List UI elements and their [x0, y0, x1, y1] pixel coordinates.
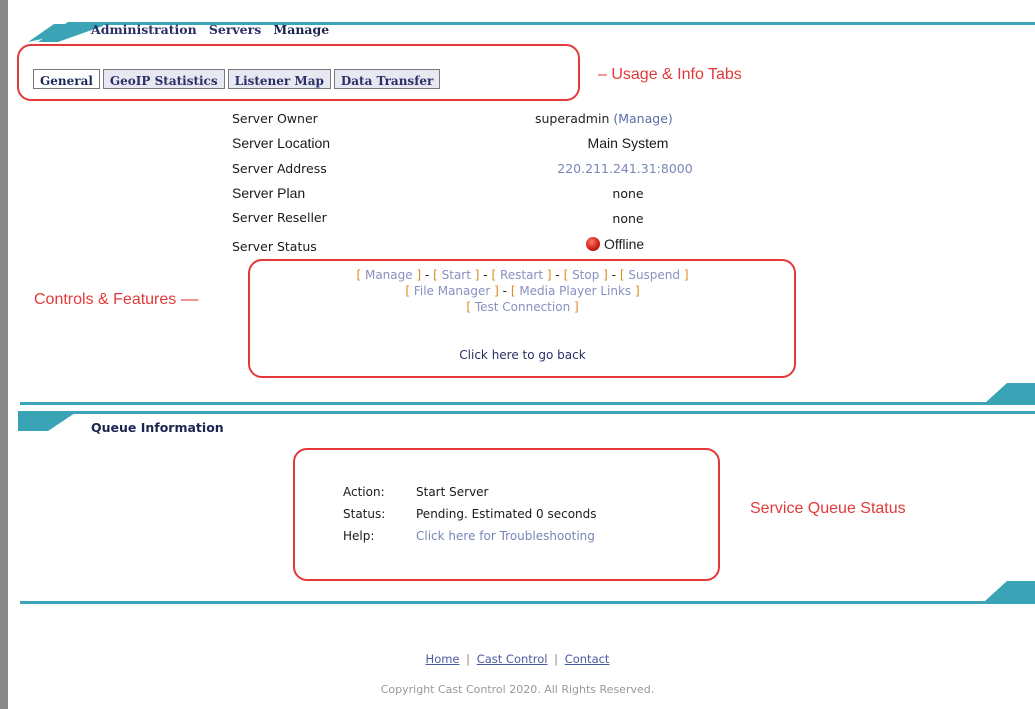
- go-back-row: Click here to go back: [250, 348, 795, 362]
- footer-separator: |: [554, 652, 559, 666]
- section-divider-bottom: [20, 601, 1035, 604]
- server-owner-label: Server Owner: [232, 111, 318, 126]
- queue-action-label: Action:: [343, 485, 385, 499]
- tab-general[interactable]: General: [33, 69, 100, 89]
- queue-header-wedge: [18, 411, 78, 431]
- queue-header-line: [20, 411, 1035, 414]
- manage-link[interactable]: Manage: [365, 268, 413, 282]
- controls-row-secondary: [ File Manager ] - [ Media Player Links …: [405, 284, 640, 298]
- nav-administration[interactable]: Administration: [91, 22, 197, 37]
- server-location-label: Server Location: [232, 135, 331, 151]
- server-reseller-value: none: [612, 211, 644, 226]
- go-back-link[interactable]: Click here to go back: [459, 348, 585, 362]
- footer-home-link[interactable]: Home: [426, 652, 460, 666]
- server-owner-manage-link[interactable]: (Manage): [613, 111, 672, 126]
- media-player-links-link[interactable]: Media Player Links: [519, 284, 631, 298]
- queue-annotation-label: Service Queue Status: [750, 500, 906, 517]
- server-location-value: Main System: [587, 135, 669, 151]
- server-owner-value: superadmin (Manage): [535, 111, 673, 126]
- footer-separator: |: [466, 652, 471, 666]
- tabs-annotation-label: – Usage & Info Tabs: [598, 66, 742, 83]
- divider-wedge-right: [985, 383, 1035, 403]
- left-border: [0, 0, 8, 709]
- test-connection-link[interactable]: Test Connection: [475, 300, 570, 314]
- server-status-label: Server Status: [232, 239, 317, 254]
- file-manager-link[interactable]: File Manager: [414, 284, 491, 298]
- troubleshooting-link[interactable]: Click here for Troubleshooting: [416, 529, 595, 543]
- controls-row-primary: [ Manage ] - [ Start ] - [ Restart ] - […: [356, 268, 689, 282]
- server-plan-value: none: [612, 186, 644, 201]
- top-nav: Administration Servers Manage: [91, 22, 337, 38]
- stop-link[interactable]: Stop: [572, 268, 599, 282]
- server-plan-label: Server Plan: [232, 185, 306, 201]
- nav-servers[interactable]: Servers: [209, 22, 261, 37]
- suspend-link[interactable]: Suspend: [628, 268, 680, 282]
- tab-data-transfer[interactable]: Data Transfer: [333, 69, 441, 89]
- queue-status-label: Status:: [343, 507, 386, 521]
- nav-manage[interactable]: Manage: [273, 22, 329, 37]
- queue-title: Queue Information: [91, 420, 224, 435]
- footer-cast-control-link[interactable]: Cast Control: [477, 652, 548, 666]
- start-link[interactable]: Start: [442, 268, 471, 282]
- tab-geoip-statistics[interactable]: GeoIP Statistics: [102, 69, 225, 89]
- restart-link[interactable]: Restart: [500, 268, 543, 282]
- queue-help-label: Help:: [343, 529, 375, 543]
- section-divider-top: [20, 402, 1035, 405]
- info-tabs: General GeoIP Statistics Listener Map Da…: [33, 69, 441, 89]
- server-reseller-label: Server Reseller: [232, 210, 327, 225]
- queue-action-value: Start Server: [416, 485, 489, 499]
- controls-annotation-label: Controls & Features ––: [34, 291, 199, 308]
- server-owner-name: superadmin: [535, 111, 610, 126]
- server-address-label: Server Address: [232, 161, 327, 176]
- controls-row-test: [ Test Connection ]: [466, 300, 579, 314]
- server-controls: [ Manage ] - [ Start ] - [ Restart ] - […: [250, 267, 795, 315]
- queue-status-value: Pending. Estimated 0 seconds: [416, 507, 597, 521]
- footer-contact-link[interactable]: Contact: [565, 652, 610, 666]
- bottom-divider-wedge: [985, 581, 1035, 601]
- offline-status-icon: [586, 237, 600, 251]
- tab-listener-map[interactable]: Listener Map: [227, 69, 331, 89]
- footer-links: Home | Cast Control | Contact: [0, 652, 1035, 666]
- server-address-value: 220.211.241.31:8000: [557, 161, 693, 176]
- copyright-text: Copyright Cast Control 2020. All Rights …: [380, 683, 655, 696]
- server-status-value: Offline: [586, 236, 644, 252]
- server-status-text: Offline: [604, 236, 645, 252]
